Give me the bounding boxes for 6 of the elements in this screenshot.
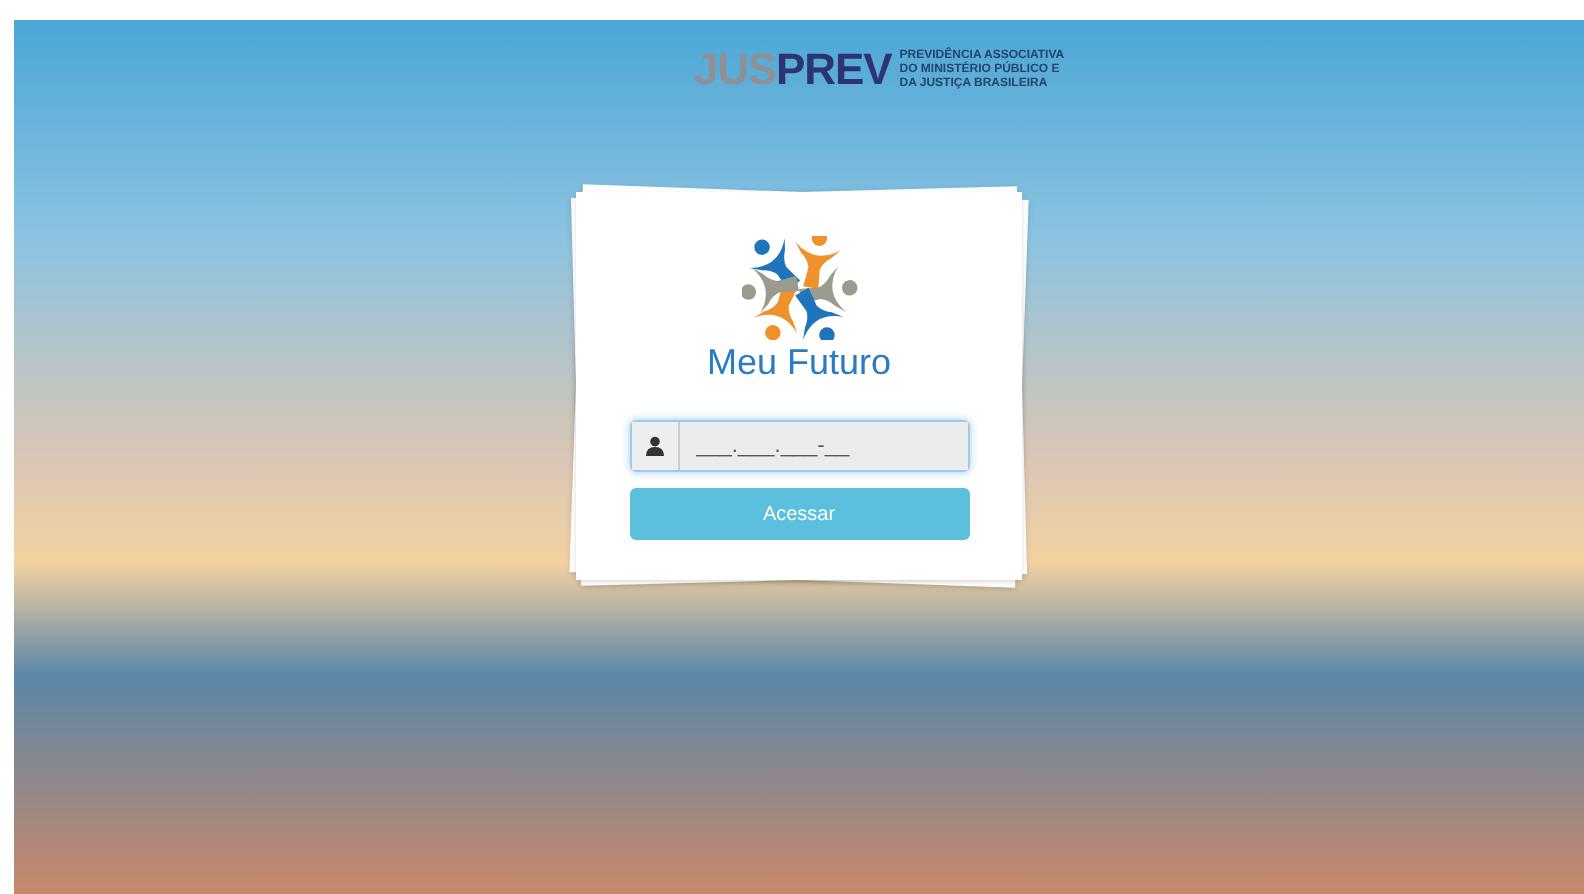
user-icon: [645, 436, 663, 456]
brand-name: Meu Futuro: [706, 344, 892, 380]
logo-text: JUS: [693, 48, 777, 92]
cpf-field[interactable]: ___.___.___-__: [629, 420, 969, 472]
logo-text: PREV: [776, 48, 892, 92]
people-circle-logo-icon: [741, 236, 857, 340]
